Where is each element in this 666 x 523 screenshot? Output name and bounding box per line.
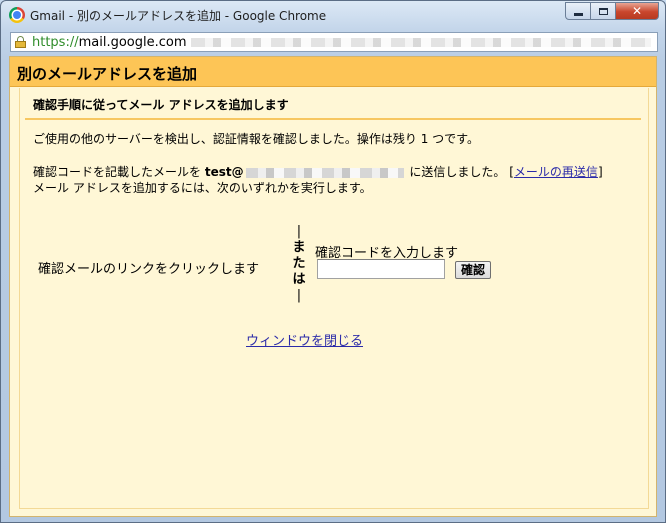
or-char: た	[292, 256, 306, 271]
lock-icon	[15, 36, 26, 48]
window-title: Gmail - 別のメールアドレスを追加 - Google Chrome	[30, 9, 327, 23]
url-redacted-path	[191, 38, 651, 47]
maximize-button[interactable]	[590, 2, 616, 20]
url-host: mail.google.com	[78, 35, 187, 50]
title-bar[interactable]: Gmail - 別のメールアドレスを追加 - Google Chrome ✕	[1, 1, 665, 31]
close-window-button[interactable]: ✕	[615, 2, 659, 20]
or-char: は	[292, 272, 306, 287]
option-click-link-text: 確認メールのリンクをクリックします	[38, 262, 260, 277]
dialog-header: 別のメールアドレスを追加	[10, 57, 656, 87]
verify-button[interactable]: 確認	[455, 261, 492, 279]
chrome-logo-icon	[9, 7, 25, 23]
window-controls: ✕	[565, 2, 659, 21]
sent-prefix: 確認コードを記載したメールを	[33, 165, 205, 179]
or-char: |	[296, 224, 302, 239]
instruction-text: メール アドレスを追加するには、次のいずれかを実行します。	[33, 181, 372, 195]
or-char: ま	[292, 240, 306, 255]
browser-window: Gmail - 別のメールアドレスを追加 - Google Chrome ✕ h…	[0, 0, 666, 523]
status-text: ご使用の他のサーバーを検出し、認証情報を確認しました。操作は残り 1 つです。	[33, 132, 479, 146]
email-address: test@	[204, 165, 244, 179]
minimize-button[interactable]	[565, 2, 591, 20]
url-scheme: https://	[32, 35, 79, 50]
divider	[25, 118, 641, 120]
maximize-icon	[598, 7, 608, 15]
dialog-page: 別のメールアドレスを追加 確認手順に従ってメール アドレスを追加します ご使用の…	[9, 56, 657, 517]
dialog-title: 別のメールアドレスを追加	[17, 65, 198, 83]
sent-suffix: に送信しました。	[405, 165, 510, 179]
step-heading: 確認手順に従ってメール アドレスを追加します	[33, 98, 289, 112]
email-redacted	[245, 167, 404, 178]
dialog-body: 確認手順に従ってメール アドレスを追加します ご使用の他のサーバーを検出し、認証…	[19, 88, 649, 509]
sent-notice: 確認コードを記載したメールを test@ に送信しました。 [メールの再送信]	[33, 163, 603, 180]
resend-bracket-close: ]	[597, 165, 603, 179]
or-char: |	[296, 288, 302, 303]
minimize-icon	[573, 12, 583, 16]
resend-email-link[interactable]: メールの再送信	[514, 165, 598, 179]
address-bar[interactable]: https://mail.google.com	[10, 32, 658, 52]
or-separator: | ま た は |	[292, 224, 306, 304]
close-window-link[interactable]: ウィンドウを閉じる	[246, 330, 363, 349]
close-icon: ✕	[631, 4, 643, 18]
url-text[interactable]: https://mail.google.com	[32, 35, 187, 50]
verification-code-input[interactable]	[317, 259, 445, 279]
